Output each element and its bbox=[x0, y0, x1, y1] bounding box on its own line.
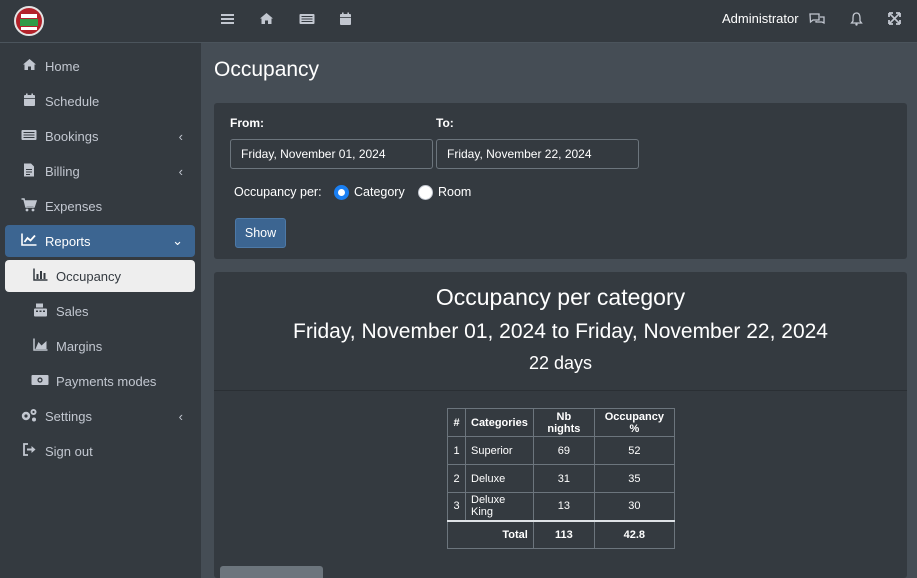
nights-cell: 13 bbox=[532, 492, 595, 521]
calendar-icon bbox=[20, 93, 38, 110]
cart-icon bbox=[20, 197, 38, 215]
occupancy-table: # Categories Nb nights Occupancy % 1 Sup… bbox=[447, 408, 675, 549]
home-icon bbox=[20, 58, 38, 74]
room-radio[interactable] bbox=[418, 185, 433, 200]
row-number: 1 bbox=[447, 436, 466, 465]
sidebar-item-sign-out[interactable]: Sign out bbox=[5, 435, 195, 467]
bar-chart-icon bbox=[31, 268, 49, 284]
total-occupancy: 42.8 bbox=[593, 519, 675, 549]
sidebar-item-label: Reports bbox=[45, 233, 91, 249]
divider bbox=[214, 390, 907, 391]
table-row: 1 Superior 69 52 bbox=[447, 436, 675, 465]
fullscreen-icon[interactable] bbox=[885, 12, 903, 28]
user-name[interactable]: Administrator bbox=[722, 11, 799, 26]
column-header: Nb nights bbox=[532, 408, 595, 437]
sidebar-item-reports[interactable]: Reports ⌄ bbox=[5, 225, 195, 257]
column-header: # bbox=[447, 408, 466, 437]
invoice-icon bbox=[20, 163, 38, 180]
table-row: 3 Deluxe King 13 30 bbox=[447, 492, 675, 521]
category-cell: Deluxe King bbox=[465, 492, 534, 521]
nights-cell: 69 bbox=[532, 436, 595, 465]
occupancy-cell: 35 bbox=[593, 464, 675, 493]
category-radio-label[interactable]: Category bbox=[354, 185, 405, 199]
total-nights: 113 bbox=[532, 519, 595, 549]
table-row: 2 Deluxe 31 35 bbox=[447, 464, 675, 493]
sidebar-item-label: Margins bbox=[56, 338, 103, 354]
sidebar-item-sales[interactable]: Sales bbox=[5, 295, 195, 327]
home-icon[interactable] bbox=[257, 12, 275, 28]
chart-icon bbox=[20, 233, 38, 249]
row-number: 3 bbox=[447, 492, 466, 521]
menu-icon[interactable] bbox=[218, 12, 236, 28]
occupancy-cell: 52 bbox=[593, 436, 675, 465]
to-date-input[interactable] bbox=[436, 139, 639, 169]
topbar: Administrator bbox=[201, 0, 917, 43]
sidebar: Home Schedule Bookings ‹ Billing ‹ Expen… bbox=[0, 0, 201, 578]
sidebar-item-settings[interactable]: Settings ‹ bbox=[5, 400, 195, 432]
chevron-left-icon: ‹ bbox=[178, 408, 183, 424]
table-header-row: # Categories Nb nights Occupancy % bbox=[447, 408, 675, 437]
bookings-icon bbox=[20, 128, 38, 144]
row-number: 2 bbox=[447, 464, 466, 493]
sidebar-item-label: Payments modes bbox=[56, 373, 157, 389]
sign-out-icon bbox=[20, 443, 38, 459]
sidebar-item-label: Schedule bbox=[45, 93, 100, 109]
sidebar-item-label: Expenses bbox=[45, 198, 103, 214]
sidebar-item-label: Sales bbox=[56, 303, 89, 319]
category-cell: Superior bbox=[465, 436, 534, 465]
sidebar-item-label: Home bbox=[45, 58, 80, 74]
room-radio-label[interactable]: Room bbox=[438, 185, 471, 199]
sidebar-item-payments-modes[interactable]: Payments modes bbox=[5, 365, 195, 397]
sidebar-item-label: Settings bbox=[45, 408, 92, 424]
report-date-range: Friday, November 01, 2024 to Friday, Nov… bbox=[293, 320, 828, 343]
table-total-row: Total 113 42.8 bbox=[447, 519, 675, 549]
report-days: 22 days bbox=[528, 353, 593, 373]
cash-register-icon bbox=[31, 303, 49, 320]
money-icon bbox=[31, 373, 49, 389]
bell-icon[interactable] bbox=[847, 12, 865, 29]
category-radio[interactable] bbox=[334, 185, 349, 200]
sidebar-item-label: Occupancy bbox=[56, 268, 122, 284]
nights-cell: 31 bbox=[532, 464, 595, 493]
bottom-button[interactable] bbox=[220, 566, 323, 578]
occupancy-cell: 30 bbox=[593, 492, 675, 521]
filter-card: From: To: Occupancy per: Category Room S… bbox=[214, 103, 907, 259]
sidebar-item-label: Bookings bbox=[45, 128, 99, 144]
to-label: To: bbox=[436, 116, 454, 130]
chat-icon[interactable] bbox=[808, 12, 826, 29]
chevron-left-icon: ‹ bbox=[178, 128, 183, 144]
show-button[interactable]: Show bbox=[235, 218, 286, 248]
sidebar-item-expenses[interactable]: Expenses bbox=[5, 190, 195, 222]
bookings-icon[interactable] bbox=[298, 12, 316, 28]
sidebar-item-occupancy[interactable]: Occupancy bbox=[5, 260, 195, 292]
sidebar-item-bookings[interactable]: Bookings ‹ bbox=[5, 120, 195, 152]
total-label: Total bbox=[447, 519, 534, 549]
sidebar-item-schedule[interactable]: Schedule bbox=[5, 85, 195, 117]
calendar-icon[interactable] bbox=[336, 12, 354, 29]
brand bbox=[0, 0, 201, 43]
occupancy-per-label: Occupancy per: bbox=[234, 185, 322, 199]
area-chart-icon bbox=[31, 338, 49, 354]
from-label: From: bbox=[230, 116, 264, 130]
cogs-icon bbox=[20, 408, 38, 425]
sidebar-item-billing[interactable]: Billing ‹ bbox=[5, 155, 195, 187]
sidebar-nav: Home Schedule Bookings ‹ Billing ‹ Expen… bbox=[5, 50, 195, 470]
chevron-left-icon: ‹ bbox=[178, 163, 183, 179]
chevron-down-icon: ⌄ bbox=[172, 233, 183, 248]
column-header: Occupancy % bbox=[593, 408, 675, 437]
sidebar-item-label: Billing bbox=[45, 163, 80, 179]
hotel-logo[interactable] bbox=[14, 6, 44, 36]
sidebar-item-label: Sign out bbox=[45, 443, 93, 459]
column-header: Categories bbox=[465, 408, 534, 437]
category-cell: Deluxe bbox=[465, 464, 534, 493]
report-card: Occupancy per category Friday, November … bbox=[214, 272, 907, 578]
from-date-input[interactable] bbox=[230, 139, 433, 169]
sidebar-item-home[interactable]: Home bbox=[5, 50, 195, 82]
report-title: Occupancy per category bbox=[435, 284, 686, 310]
sidebar-item-margins[interactable]: Margins bbox=[5, 330, 195, 362]
page-title: Occupancy bbox=[214, 58, 320, 81]
